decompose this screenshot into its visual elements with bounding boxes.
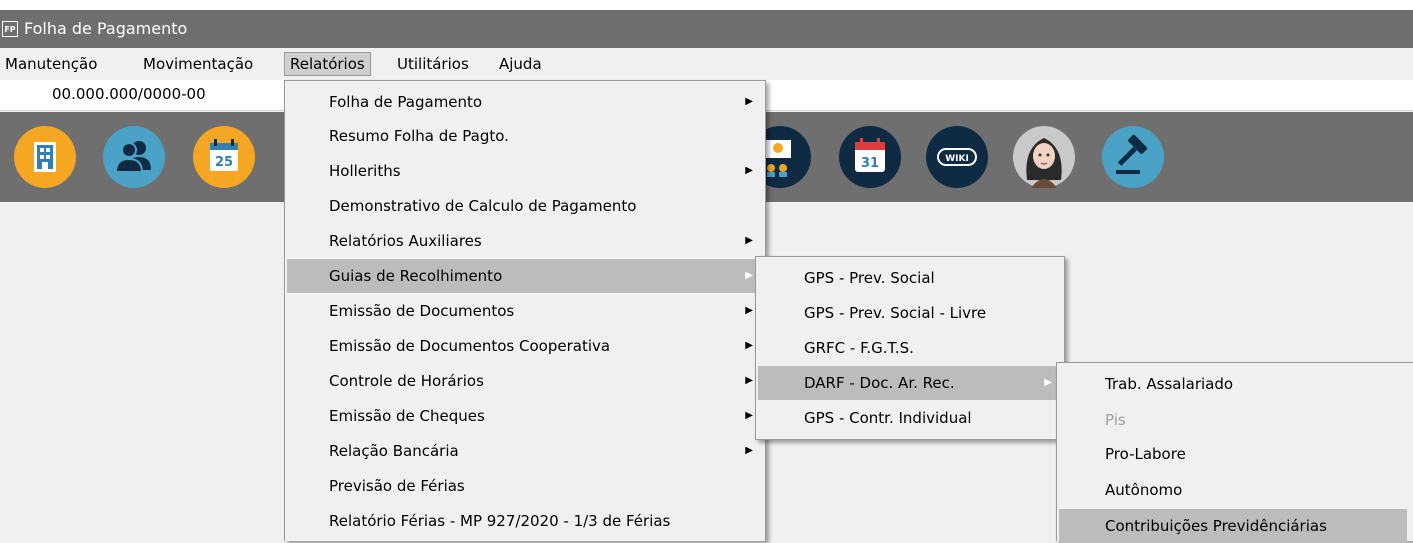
menu-item-relatorio-ferias-mp927[interactable]: Relatório Férias - MP 927/2020 - 1/3 de … bbox=[287, 504, 763, 538]
guias-submenu: GPS - Prev. Social GPS - Prev. Social - … bbox=[755, 256, 1065, 440]
submenu-arrow-icon: ▶ bbox=[745, 235, 753, 246]
menu-item-gps-prev-social[interactable]: GPS - Prev. Social bbox=[758, 261, 1062, 295]
title-bar-background: FP Folha de Pagamento bbox=[0, 10, 1413, 48]
menu-item-emissao-cheques[interactable]: Emissão de Cheques ▶ bbox=[287, 399, 763, 433]
calendar-25-label: 25 bbox=[215, 155, 233, 170]
menu-item-label: Folha de Pagamento bbox=[329, 93, 483, 111]
submenu-arrow-icon: ▶ bbox=[745, 445, 753, 456]
menu-item-darf[interactable]: DARF - Doc. Ar. Rec. ▶ bbox=[758, 366, 1062, 400]
menu-item-label: Pis bbox=[1105, 411, 1126, 429]
submenu-arrow-icon: ▶ bbox=[745, 270, 753, 281]
menu-item-grfc-fgts[interactable]: GRFC - F.G.T.S. bbox=[758, 331, 1062, 365]
menu-item-label: Pro-Labore bbox=[1105, 445, 1186, 463]
menu-item-label: Demonstrativo de Calculo de Pagamento bbox=[329, 197, 637, 215]
calendar-25-icon[interactable]: 25 bbox=[193, 126, 255, 188]
assistant-avatar-icon[interactable] bbox=[1013, 126, 1075, 188]
wiki-icon[interactable]: WIKI bbox=[926, 126, 988, 188]
menu-item-controle-horarios[interactable]: Controle de Horários ▶ bbox=[287, 364, 763, 398]
submenu-arrow-icon: ▶ bbox=[745, 340, 753, 351]
menu-item-emissao-documentos[interactable]: Emissão de Documentos ▶ bbox=[287, 294, 763, 328]
app-icon: FP bbox=[2, 21, 18, 37]
building-icon[interactable] bbox=[14, 126, 76, 188]
menu-ajuda[interactable]: Ajuda bbox=[494, 53, 547, 75]
menu-item-label: Trab. Assalariado bbox=[1105, 375, 1234, 393]
darf-submenu: Trab. Assalariado Pis Pro-Labore Autônom… bbox=[1056, 362, 1413, 543]
company-cnpj: 00.000.000/0000-00 bbox=[52, 85, 206, 103]
menu-item-folha-de-pagamento[interactable]: Folha de Pagamento ▶ bbox=[287, 85, 763, 119]
menu-item-label: Relação Bancária bbox=[329, 442, 459, 460]
submenu-arrow-icon: ▶ bbox=[745, 410, 753, 421]
submenu-arrow-icon: ▶ bbox=[745, 375, 753, 386]
menu-item-label: Emissão de Documentos bbox=[329, 302, 515, 320]
menu-item-label: GRFC - F.G.T.S. bbox=[804, 339, 914, 357]
menu-item-label: Emissão de Documentos Cooperativa bbox=[329, 337, 611, 355]
relatorios-dropdown: Folha de Pagamento ▶ Resumo Folha de Pag… bbox=[284, 80, 766, 541]
menu-item-label: GPS - Prev. Social - Livre bbox=[804, 304, 987, 322]
menu-utilitarios[interactable]: Utilitários bbox=[392, 53, 474, 75]
menu-relatorios[interactable]: Relatórios bbox=[284, 52, 371, 76]
menu-item-label: Holleriths bbox=[329, 162, 401, 180]
menu-item-pro-labore[interactable]: Pro-Labore bbox=[1059, 437, 1411, 471]
menu-item-label: Emissão de Cheques bbox=[329, 407, 485, 425]
menu-item-relatorios-auxiliares[interactable]: Relatórios Auxiliares ▶ bbox=[287, 224, 763, 258]
menu-item-label: Relatório Férias - MP 927/2020 - 1/3 de … bbox=[329, 512, 671, 530]
submenu-arrow-icon: ▶ bbox=[745, 165, 753, 176]
menu-item-gps-prev-social-livre[interactable]: GPS - Prev. Social - Livre bbox=[758, 296, 1062, 330]
menu-item-label: DARF - Doc. Ar. Rec. bbox=[804, 374, 955, 392]
menu-item-label: Resumo Folha de Pagto. bbox=[329, 127, 509, 145]
submenu-arrow-icon: ▶ bbox=[1044, 377, 1052, 388]
menu-item-resumo-folha[interactable]: Resumo Folha de Pagto. bbox=[287, 119, 763, 153]
window-title: Folha de Pagamento bbox=[24, 19, 188, 38]
users-icon[interactable] bbox=[103, 126, 165, 188]
menu-item-demonstrativo[interactable]: Demonstrativo de Calculo de Pagamento bbox=[287, 189, 763, 223]
menu-item-label: GPS - Contr. Individual bbox=[804, 409, 972, 427]
menu-item-label: Previsão de Férias bbox=[329, 477, 465, 495]
menu-item-pis[interactable]: Pis bbox=[1059, 403, 1411, 437]
menu-item-trab-assalariado[interactable]: Trab. Assalariado bbox=[1059, 367, 1411, 401]
menu-item-label: Guias de Recolhimento bbox=[329, 267, 503, 285]
menu-item-label: GPS - Prev. Social bbox=[804, 269, 935, 287]
menu-item-contribuicoes-previdenciarias[interactable]: Contribuições Previdênciárias bbox=[1059, 509, 1407, 543]
menu-manutencao[interactable]: Manutenção bbox=[0, 53, 102, 75]
menu-item-guias-de-recolhimento[interactable]: Guias de Recolhimento ▶ bbox=[287, 259, 763, 293]
wiki-label: WIKI bbox=[945, 154, 969, 164]
menu-item-label: Controle de Horários bbox=[329, 372, 484, 390]
menu-item-autonomo[interactable]: Autônomo bbox=[1059, 473, 1411, 507]
menu-item-emissao-documentos-cooperativa[interactable]: Emissão de Documentos Cooperativa ▶ bbox=[287, 329, 763, 363]
gavel-icon[interactable] bbox=[1102, 126, 1164, 188]
menu-item-holleriths[interactable]: Holleriths ▶ bbox=[287, 154, 763, 188]
menu-item-previsao-ferias[interactable]: Previsão de Férias bbox=[287, 469, 763, 503]
menu-item-label: Relatórios Auxiliares bbox=[329, 232, 482, 250]
submenu-arrow-icon: ▶ bbox=[745, 305, 753, 316]
submenu-arrow-icon: ▶ bbox=[745, 96, 753, 107]
menu-item-relacao-bancaria[interactable]: Relação Bancária ▶ bbox=[287, 434, 763, 468]
menu-item-gps-contr-individual[interactable]: GPS - Contr. Individual bbox=[758, 401, 1062, 435]
menu-item-label: Autônomo bbox=[1105, 481, 1183, 499]
menu-movimentacao[interactable]: Movimentação bbox=[138, 53, 258, 75]
calendar-31-icon[interactable]: 31 bbox=[839, 126, 901, 188]
menu-item-label: Contribuições Previdênciárias bbox=[1105, 517, 1327, 535]
menu-bar: Manutenção Movimentação Relatórios Utili… bbox=[0, 48, 1413, 78]
calendar-31-label: 31 bbox=[861, 156, 879, 171]
title-bar: FP Folha de Pagamento bbox=[0, 0, 1413, 48]
